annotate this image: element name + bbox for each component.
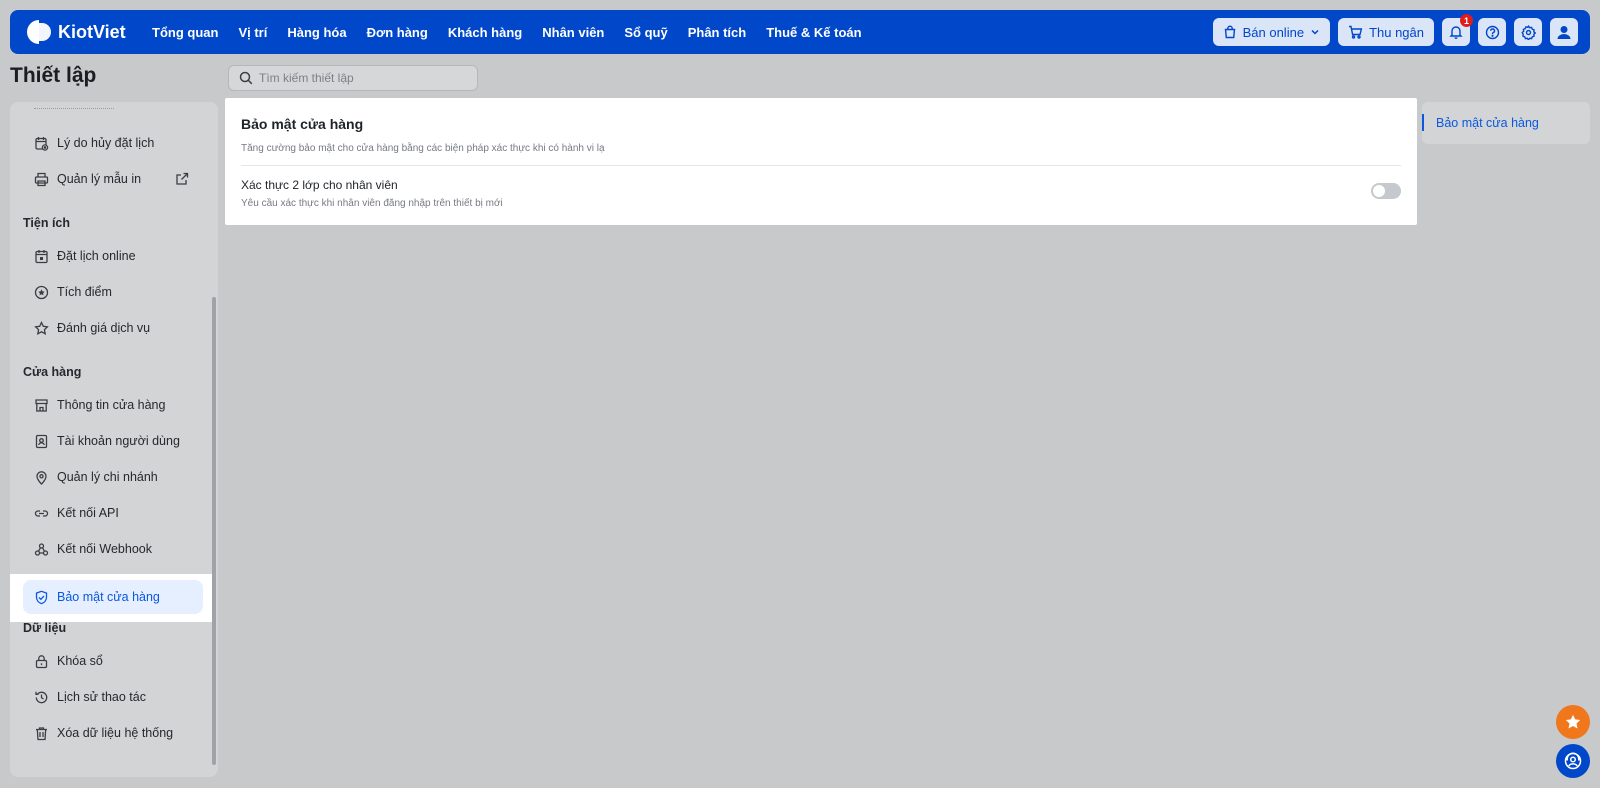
- sidebar-item-service-rating[interactable]: Đánh giá dịch vụ: [23, 311, 207, 345]
- sell-online-button[interactable]: Bán online: [1212, 18, 1331, 46]
- lock-icon: [35, 654, 48, 668]
- bell-icon: [1449, 26, 1463, 39]
- sidebar-item-activity-history[interactable]: Lịch sử thao tác: [23, 680, 207, 714]
- history-icon: [35, 691, 48, 703]
- sidebar-item-store-info[interactable]: Thông tin cửa hàng: [23, 388, 207, 422]
- settings-button[interactable]: [1514, 18, 1542, 46]
- help-icon: [1485, 25, 1499, 39]
- star-icon: [34, 320, 49, 335]
- cashier-label: Thu ngân: [1369, 24, 1424, 40]
- nav-vi-tri[interactable]: Vị trí: [238, 25, 267, 40]
- headset-icon: [1564, 752, 1582, 770]
- sidebar-item-branches[interactable]: Quản lý chi nhánh: [23, 460, 207, 494]
- store-icon: [35, 398, 48, 412]
- user-avatar-icon: [1557, 26, 1571, 39]
- nav-thue-ke-toan[interactable]: Thuế & Kế toán: [766, 25, 861, 40]
- nav-hang-hoa[interactable]: Hàng hóa: [287, 25, 346, 40]
- top-navbar: KiotViet Tổng quan Vị trí Hàng hóa Đơn h…: [10, 10, 1590, 54]
- sidebar-item-online-booking[interactable]: Đặt lịch online: [23, 239, 207, 273]
- help-button[interactable]: [1478, 18, 1506, 46]
- section-toc: Bảo mật cửa hàng: [1422, 102, 1590, 144]
- sidebar-item-label: Khóa sổ: [57, 654, 103, 668]
- sidebar-item-label: Tích điểm: [57, 285, 112, 299]
- sidebar-item-delete-data[interactable]: Xóa dữ liệu hệ thống: [23, 716, 207, 750]
- topbar-actions: Bán online Thu ngân 1: [1205, 14, 1578, 46]
- two-factor-toggle[interactable]: [1371, 183, 1401, 199]
- notification-badge: 1: [1460, 14, 1473, 27]
- nav-so-quy[interactable]: Sổ quỹ: [624, 25, 667, 40]
- sidebar-item-label: Đặt lịch online: [57, 249, 136, 263]
- section-description: Tăng cường bảo mật cho cửa hàng bằng các…: [241, 143, 605, 154]
- section-divider: [241, 165, 1401, 166]
- sidebar-item-label: Lịch sử thao tác: [57, 690, 146, 704]
- sidebar-item-webhook[interactable]: Kết nối Webhook: [23, 532, 207, 566]
- nav-nhan-vien[interactable]: Nhân viên: [542, 25, 604, 40]
- user-account-icon: [35, 434, 48, 448]
- sidebar-group-store: Cửa hàng: [23, 365, 82, 379]
- toc-active-indicator: [1422, 114, 1424, 131]
- two-factor-label: Xác thực 2 lớp cho nhân viên: [241, 178, 398, 192]
- sidebar-item-label: Tài khoản người dùng: [57, 434, 180, 448]
- toc-link-store-security[interactable]: Bảo mật cửa hàng: [1436, 116, 1539, 130]
- sidebar-item-print-templates[interactable]: Quản lý mẫu in: [23, 162, 207, 196]
- gear-icon: [1520, 24, 1536, 40]
- favorite-fab[interactable]: [1556, 705, 1590, 739]
- sidebar-item-label: Quản lý mẫu in: [57, 172, 142, 186]
- avatar-button[interactable]: [1550, 18, 1578, 46]
- sidebar-item-user-accounts[interactable]: Tài khoản người dùng: [23, 424, 207, 458]
- logo-mark-icon: [24, 17, 54, 47]
- brand-name: KiotViet: [58, 21, 126, 42]
- main-nav: Tổng quan Vị trí Hàng hóa Đơn hàng Khách…: [152, 25, 882, 40]
- sidebar-group-data: Dữ liệu: [23, 621, 67, 635]
- star-icon: [1565, 714, 1581, 729]
- external-link-icon[interactable]: [175, 172, 189, 186]
- location-icon: [36, 470, 47, 485]
- sidebar-item-api[interactable]: Kết nối API: [23, 496, 207, 530]
- nav-khach-hang[interactable]: Khách hàng: [448, 25, 522, 40]
- shopping-bag-icon: [1224, 25, 1235, 39]
- sidebar-item-label: Xóa dữ liệu hệ thống: [57, 726, 174, 740]
- points-icon: [34, 285, 49, 299]
- sidebar-scrollbar[interactable]: [212, 297, 216, 765]
- cashier-button[interactable]: Thu ngân: [1338, 18, 1434, 46]
- kiotviet-logo[interactable]: KiotViet: [24, 17, 136, 47]
- sidebar-group-utilities: Tiện ích: [23, 216, 71, 230]
- notification-button[interactable]: 1: [1442, 14, 1473, 46]
- store-security-card: Bảo mật cửa hàng Tăng cường bảo mật cho …: [225, 98, 1417, 225]
- settings-sidebar: Lý do hủy đặt lịch Quản lý mẫu in Tiện í…: [10, 102, 218, 777]
- clipped-item-remnant: [34, 108, 114, 110]
- active-item-highlight: Bảo mật cửa hàng: [10, 574, 212, 622]
- nav-tong-quan[interactable]: Tổng quan: [152, 25, 218, 40]
- sidebar-item-label: Thông tin cửa hàng: [57, 398, 166, 412]
- page-title: Thiết lập: [10, 64, 97, 87]
- webhook-icon: [34, 542, 49, 556]
- search-icon: [239, 71, 253, 85]
- calendar-icon: [35, 249, 48, 263]
- sidebar-item-label: Kết nối API: [57, 506, 119, 520]
- shield-check-icon: [35, 590, 48, 604]
- link-icon: [34, 509, 49, 517]
- two-factor-description: Yêu cầu xác thực khi nhân viên đăng nhập…: [241, 198, 503, 209]
- sidebar-item-label: Lý do hủy đặt lịch: [57, 136, 155, 150]
- settings-search[interactable]: [228, 65, 478, 91]
- sidebar-item-store-security[interactable]: Bảo mật cửa hàng: [23, 580, 203, 614]
- sidebar-item-lock-books[interactable]: Khóa sổ: [23, 644, 207, 678]
- sidebar-item-label: Bảo mật cửa hàng: [57, 590, 160, 604]
- printer-icon: [34, 172, 49, 186]
- sell-online-label: Bán online: [1242, 24, 1305, 40]
- sidebar-item-cancel-reason[interactable]: Lý do hủy đặt lịch: [23, 126, 207, 160]
- chevron-down-icon: [1311, 29, 1319, 35]
- support-chat-fab[interactable]: [1556, 744, 1590, 778]
- search-input[interactable]: [259, 71, 459, 85]
- cart-icon: [1349, 25, 1363, 39]
- section-title: Bảo mật cửa hàng: [241, 116, 364, 132]
- sidebar-item-points[interactable]: Tích điểm: [23, 275, 207, 309]
- sidebar-item-label: Kết nối Webhook: [57, 542, 152, 556]
- calendar-x-icon: [35, 136, 49, 151]
- sidebar-item-label: Quản lý chi nhánh: [57, 470, 158, 484]
- sidebar-item-label: Đánh giá dịch vụ: [57, 321, 151, 335]
- trash-icon: [36, 726, 47, 740]
- nav-phan-tich[interactable]: Phân tích: [688, 25, 747, 40]
- nav-don-hang[interactable]: Đơn hàng: [367, 25, 428, 40]
